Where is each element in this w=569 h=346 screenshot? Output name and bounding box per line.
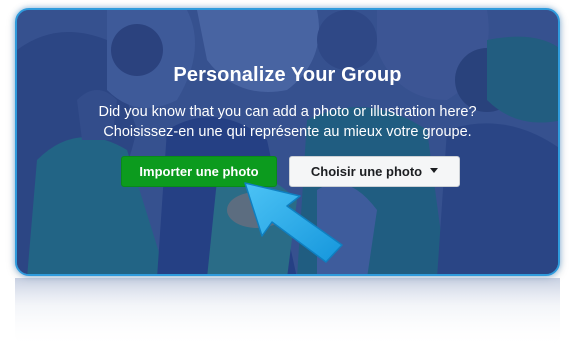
screenshot-stage: Personalize Your Group Did you know that… bbox=[0, 0, 569, 346]
arrow-pointer-icon bbox=[244, 182, 343, 263]
